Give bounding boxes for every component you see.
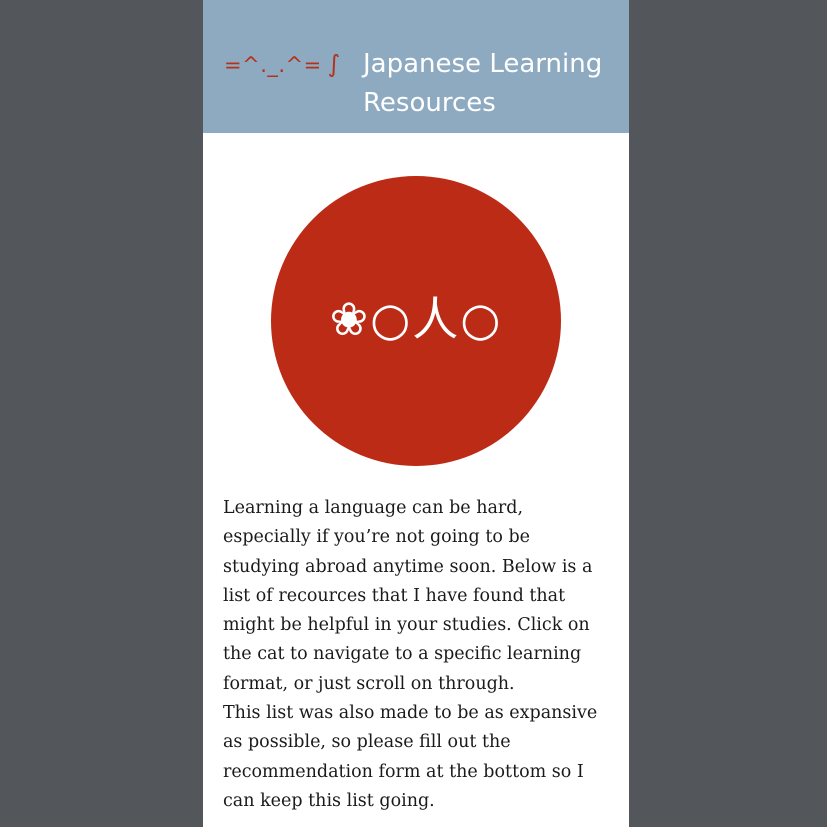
intro-text: Learning a language can be hard, especia… xyxy=(223,494,609,816)
cat-tail-icon[interactable]: ∫ xyxy=(328,50,341,78)
cat-face-icon[interactable]: =^._.^= xyxy=(224,53,322,77)
cat-menu-button[interactable]: =^._.^= ∫ xyxy=(224,50,341,78)
intro-paragraph: Learning a language can be hard, especia… xyxy=(223,498,593,694)
intro-paragraph: This list was also made to be as expansi… xyxy=(223,703,598,811)
page-container: =^._.^= ∫ Japanese Learning Resources ❀○人… xyxy=(203,0,629,827)
flower-face-icon: ❀○人○ xyxy=(329,292,503,346)
site-title: Japanese Learning Resources xyxy=(363,49,603,119)
hero-circle: ❀○人○ xyxy=(271,176,561,466)
site-header: =^._.^= ∫ Japanese Learning Resources xyxy=(203,0,629,133)
